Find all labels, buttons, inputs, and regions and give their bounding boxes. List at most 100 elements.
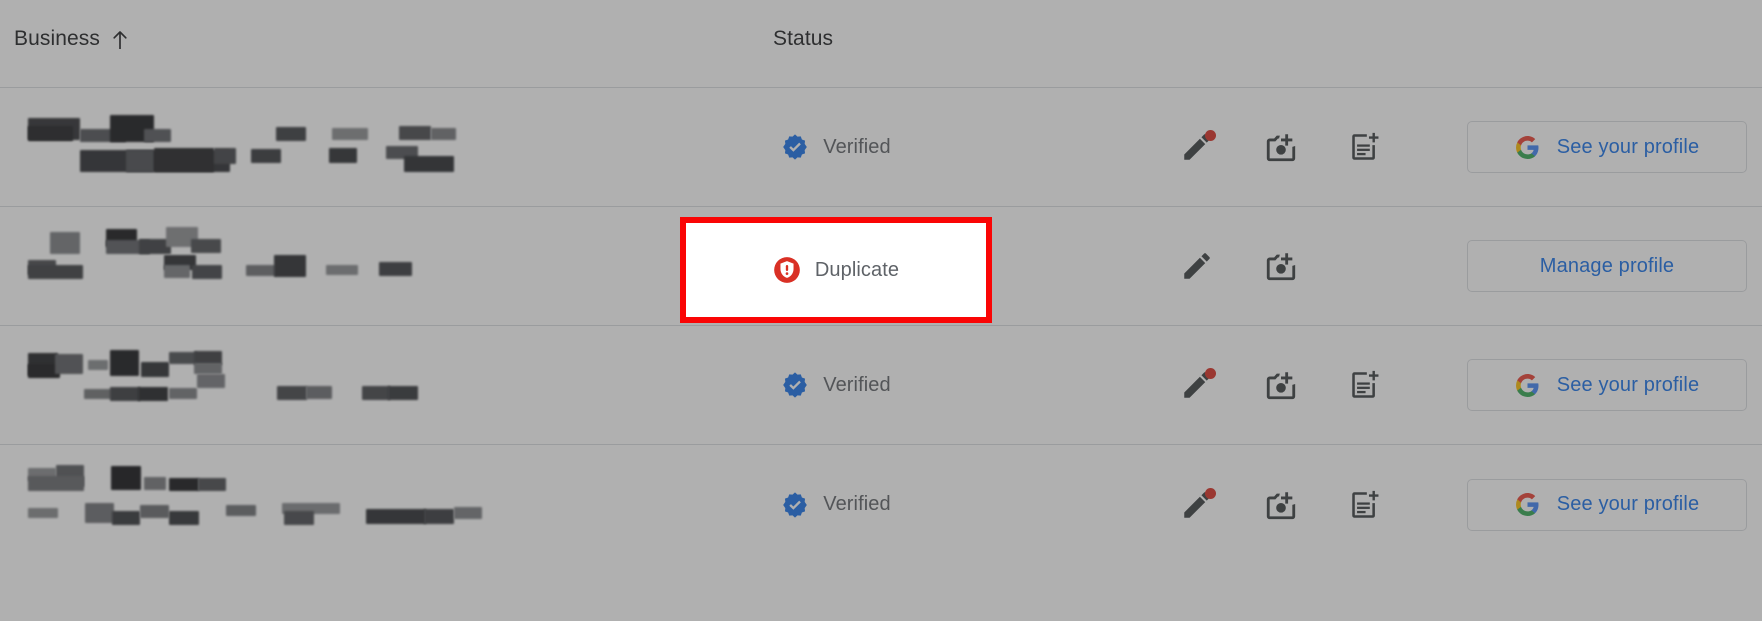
- redaction-block: [169, 388, 197, 399]
- notification-dot: [1205, 130, 1216, 141]
- redaction-block: [277, 386, 307, 400]
- see-your-profile-button[interactable]: See your profile: [1467, 121, 1747, 173]
- column-header-status[interactable]: Status: [773, 27, 833, 51]
- edit-pencil-icon[interactable]: [1175, 125, 1219, 169]
- redaction-block: [169, 511, 199, 525]
- redaction-block: [110, 350, 139, 376]
- see-your-profile-button[interactable]: See your profile: [1467, 359, 1747, 411]
- redaction-block: [274, 255, 306, 277]
- add-post-icon[interactable]: [1343, 483, 1387, 527]
- verified-badge-icon: [783, 134, 808, 160]
- add-photo-icon[interactable]: [1259, 483, 1303, 527]
- add-photo-icon[interactable]: [1259, 125, 1303, 169]
- redaction-block: [28, 126, 73, 141]
- redaction-block: [306, 386, 332, 399]
- redaction-block: [126, 150, 154, 172]
- status-cell: Verified: [680, 326, 992, 444]
- see-your-profile-label: See your profile: [1556, 373, 1700, 396]
- redaction-block: [111, 466, 141, 490]
- edit-pencil-icon[interactable]: [1175, 363, 1219, 407]
- redaction-block: [154, 148, 214, 172]
- redaction-block: [55, 354, 83, 374]
- redaction-block: [246, 265, 276, 276]
- table-row[interactable]: Verified See your profile: [0, 445, 1762, 564]
- redaction-block: [198, 478, 226, 491]
- arrow-up-icon[interactable]: [112, 30, 128, 50]
- row-actions: [1175, 207, 1445, 325]
- status-cell: Verified: [680, 445, 992, 564]
- redaction-block: [169, 352, 197, 364]
- business-name-redacted: [14, 88, 714, 206]
- redaction-block: [197, 374, 225, 388]
- redaction-block: [194, 363, 222, 374]
- add-post-icon[interactable]: [1343, 363, 1387, 407]
- google-g-icon: [1515, 135, 1539, 159]
- redaction-block: [399, 126, 431, 140]
- redaction-block: [251, 149, 281, 163]
- redaction-block: [138, 387, 168, 401]
- redaction-block: [84, 389, 112, 399]
- redaction-block: [326, 265, 358, 275]
- google-g-icon: [1515, 373, 1539, 397]
- business-name-redacted: [14, 207, 714, 325]
- add-post-icon[interactable]: [1343, 125, 1387, 169]
- redaction-block: [214, 148, 236, 164]
- status-cell: Verified: [680, 88, 992, 206]
- manage-profile-button[interactable]: Manage profile: [1467, 240, 1747, 292]
- row-actions: [1175, 88, 1445, 206]
- redaction-block: [454, 507, 482, 519]
- business-name-redacted: [14, 445, 714, 564]
- see-your-profile-label: See your profile: [1556, 135, 1700, 158]
- column-header-business[interactable]: Business: [14, 27, 128, 51]
- table-row[interactable]: Verified See your profile: [0, 326, 1762, 445]
- redaction-block: [140, 505, 169, 518]
- verified-badge-icon: [783, 372, 808, 398]
- redaction-block: [110, 387, 140, 401]
- edit-pencil-icon[interactable]: [1175, 483, 1219, 527]
- redaction-block: [141, 362, 169, 377]
- column-header-business-label: Business: [14, 27, 101, 50]
- redaction-block: [276, 127, 306, 141]
- redaction-block: [191, 239, 221, 253]
- highlighted-status-label: Duplicate: [814, 258, 900, 281]
- redaction-block: [144, 129, 171, 142]
- redaction-block: [28, 476, 84, 491]
- row-actions: [1175, 326, 1445, 444]
- notification-dot: [1205, 368, 1216, 379]
- add-photo-icon[interactable]: [1259, 244, 1303, 288]
- redaction-block: [88, 360, 108, 370]
- notification-dot: [1205, 487, 1216, 499]
- redaction-block: [169, 478, 199, 491]
- redaction-block: [144, 477, 166, 490]
- redaction-block: [85, 503, 114, 523]
- column-header-status-label: Status: [773, 27, 834, 50]
- highlighted-duplicate-cell[interactable]: Duplicate: [686, 223, 986, 317]
- redaction-block: [379, 262, 412, 276]
- redaction-block: [366, 509, 426, 524]
- edit-pencil-icon[interactable]: [1175, 244, 1219, 288]
- manage-profile-label: Manage profile: [1539, 254, 1675, 277]
- verified-badge-icon: [783, 491, 808, 518]
- redaction-block: [50, 232, 80, 254]
- google-g-icon: [1515, 493, 1539, 516]
- redaction-block: [28, 508, 58, 518]
- business-name-redacted: [14, 326, 714, 444]
- see-your-profile-label: See your profile: [1556, 493, 1700, 515]
- redaction-block: [404, 156, 454, 172]
- table-row[interactable]: Verified See your profile: [0, 88, 1762, 207]
- duplicate-shield-icon: [774, 257, 800, 283]
- row-actions: [1175, 445, 1445, 564]
- business-profile-manager: Business Status Verified See your profil…: [0, 0, 1762, 621]
- redaction-block: [424, 509, 454, 524]
- status-label: Verified: [823, 135, 891, 158]
- redaction-block: [226, 505, 256, 516]
- redaction-block: [28, 265, 83, 279]
- redaction-block: [192, 265, 222, 279]
- add-photo-icon[interactable]: [1259, 363, 1303, 407]
- redaction-block: [164, 265, 190, 278]
- status-label: Verified: [823, 493, 891, 515]
- see-your-profile-button[interactable]: See your profile: [1467, 478, 1747, 531]
- redaction-block: [284, 511, 314, 525]
- redaction-block: [362, 386, 390, 400]
- redaction-block: [329, 148, 357, 163]
